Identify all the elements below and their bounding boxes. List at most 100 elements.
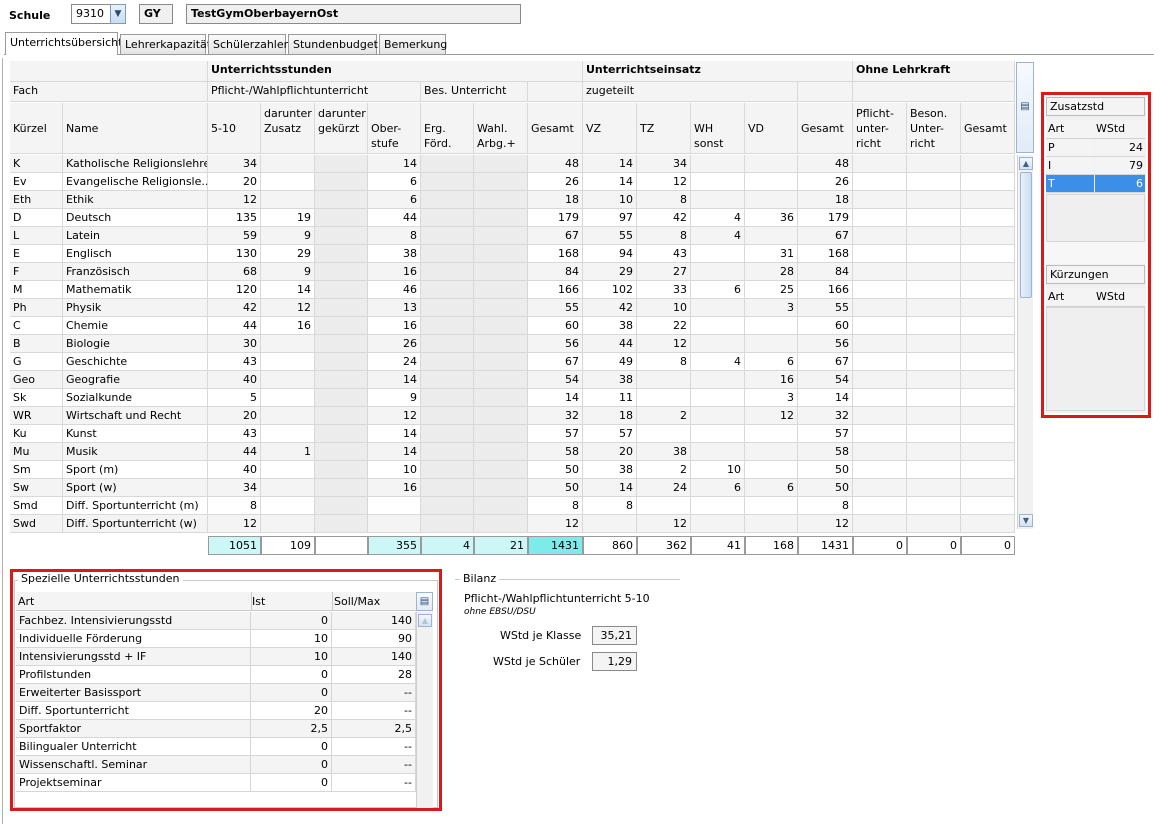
column-header-5[interactable]: Ober-stufe: [368, 103, 421, 154]
table-cell[interactable]: 26: [528, 173, 583, 191]
table-cell[interactable]: 20: [208, 173, 261, 191]
table-cell[interactable]: [853, 389, 907, 407]
spezielle-row[interactable]: Sportfaktor 2,5 2,5: [16, 720, 416, 738]
table-cell[interactable]: [261, 515, 315, 533]
table-cell[interactable]: [745, 443, 798, 461]
table-cell[interactable]: 43: [208, 425, 261, 443]
table-cell[interactable]: 20: [208, 407, 261, 425]
column-header-7[interactable]: Wahl. Arbg.+: [474, 103, 528, 154]
table-cell[interactable]: 68: [208, 263, 261, 281]
table-cell[interactable]: [421, 479, 474, 497]
table-cell[interactable]: 31: [745, 245, 798, 263]
tab-lehrerkapazitaet[interactable]: Lehrerkapazität: [120, 34, 211, 54]
table-cell[interactable]: [907, 389, 961, 407]
column-chooser-icon[interactable]: ▤: [416, 592, 433, 611]
table-cell[interactable]: [474, 443, 528, 461]
row-kuerzel[interactable]: Sw: [10, 479, 63, 497]
row-name[interactable]: Physik: [63, 299, 208, 317]
table-cell[interactable]: [691, 407, 745, 425]
table-cell[interactable]: [315, 443, 368, 461]
table-cell[interactable]: [474, 497, 528, 515]
table-cell[interactable]: 168: [798, 245, 853, 263]
table-cell[interactable]: 16: [368, 263, 421, 281]
table-cell[interactable]: 38: [368, 245, 421, 263]
table-cell[interactable]: [853, 371, 907, 389]
table-cell[interactable]: [961, 443, 1015, 461]
spezielle-row[interactable]: Projektseminar 0 --: [16, 774, 416, 792]
table-cell[interactable]: 6: [691, 479, 745, 497]
table-cell[interactable]: 46: [368, 281, 421, 299]
table-cell[interactable]: 29: [583, 263, 637, 281]
table-cell[interactable]: [907, 155, 961, 173]
spezielle-row[interactable]: Profilstunden 0 28: [16, 666, 416, 684]
table-cell[interactable]: [474, 425, 528, 443]
table-cell[interactable]: 28: [745, 263, 798, 281]
table-cell[interactable]: [315, 461, 368, 479]
table-cell[interactable]: 44: [208, 317, 261, 335]
row-name[interactable]: Mathematik: [63, 281, 208, 299]
table-cell[interactable]: [853, 443, 907, 461]
table-cell[interactable]: [961, 263, 1015, 281]
table-cell[interactable]: [907, 497, 961, 515]
table-cell[interactable]: [961, 461, 1015, 479]
tab-stundenbudget[interactable]: Stundenbudget: [288, 34, 378, 54]
row-name[interactable]: Diff. Sportunterricht (m): [63, 497, 208, 515]
table-cell[interactable]: [421, 353, 474, 371]
table-cell[interactable]: [315, 209, 368, 227]
row-name[interactable]: Evangelische Religionsle...: [63, 173, 208, 191]
table-cell[interactable]: 135: [208, 209, 261, 227]
spezielle-row[interactable]: Diff. Sportunterricht 20 --: [16, 702, 416, 720]
table-cell[interactable]: 43: [208, 353, 261, 371]
table-cell[interactable]: 4: [691, 353, 745, 371]
table-cell[interactable]: 166: [798, 281, 853, 299]
table-cell[interactable]: 2: [637, 461, 691, 479]
table-cell[interactable]: 54: [798, 371, 853, 389]
table-cell[interactable]: [421, 425, 474, 443]
column-header-10[interactable]: TZ: [637, 103, 691, 154]
table-cell[interactable]: [421, 245, 474, 263]
column-header-4[interactable]: darunter gekürzt: [315, 103, 368, 154]
table-cell[interactable]: 48: [528, 155, 583, 173]
table-cell[interactable]: [421, 209, 474, 227]
table-cell[interactable]: 166: [528, 281, 583, 299]
table-cell[interactable]: 12: [745, 407, 798, 425]
scroll-up-icon[interactable]: ▲: [1019, 157, 1033, 170]
table-cell[interactable]: 16: [368, 317, 421, 335]
table-cell[interactable]: [315, 353, 368, 371]
table-cell[interactable]: 8: [637, 353, 691, 371]
table-cell[interactable]: [691, 245, 745, 263]
table-cell[interactable]: 34: [208, 155, 261, 173]
table-cell[interactable]: 14: [368, 371, 421, 389]
row-name[interactable]: Sozialkunde: [63, 389, 208, 407]
table-cell[interactable]: [637, 497, 691, 515]
table-cell[interactable]: 16: [368, 479, 421, 497]
table-cell[interactable]: 9: [261, 227, 315, 245]
table-cell[interactable]: [474, 515, 528, 533]
table-cell[interactable]: [474, 407, 528, 425]
table-cell[interactable]: [315, 335, 368, 353]
table-cell[interactable]: [421, 407, 474, 425]
table-cell[interactable]: 12: [798, 515, 853, 533]
table-cell[interactable]: [691, 497, 745, 515]
column-header-11[interactable]: WH sonst: [691, 103, 745, 154]
table-cell[interactable]: 25: [745, 281, 798, 299]
table-cell[interactable]: [907, 425, 961, 443]
table-cell[interactable]: 84: [798, 263, 853, 281]
table-cell[interactable]: 102: [583, 281, 637, 299]
main-table-scrollbar[interactable]: ▲ ▼: [1017, 155, 1033, 529]
row-kuerzel[interactable]: C: [10, 317, 63, 335]
table-cell[interactable]: [421, 281, 474, 299]
spezielle-row[interactable]: Individuelle Förderung 10 90: [16, 630, 416, 648]
row-kuerzel[interactable]: G: [10, 353, 63, 371]
table-cell[interactable]: [474, 227, 528, 245]
table-cell[interactable]: 43: [637, 245, 691, 263]
table-cell[interactable]: 60: [798, 317, 853, 335]
table-cell[interactable]: 56: [798, 335, 853, 353]
table-cell[interactable]: [637, 371, 691, 389]
table-cell[interactable]: [691, 389, 745, 407]
table-cell[interactable]: 60: [528, 317, 583, 335]
table-cell[interactable]: 18: [798, 191, 853, 209]
table-cell[interactable]: 40: [208, 461, 261, 479]
table-cell[interactable]: 12: [637, 335, 691, 353]
table-cell[interactable]: [853, 191, 907, 209]
